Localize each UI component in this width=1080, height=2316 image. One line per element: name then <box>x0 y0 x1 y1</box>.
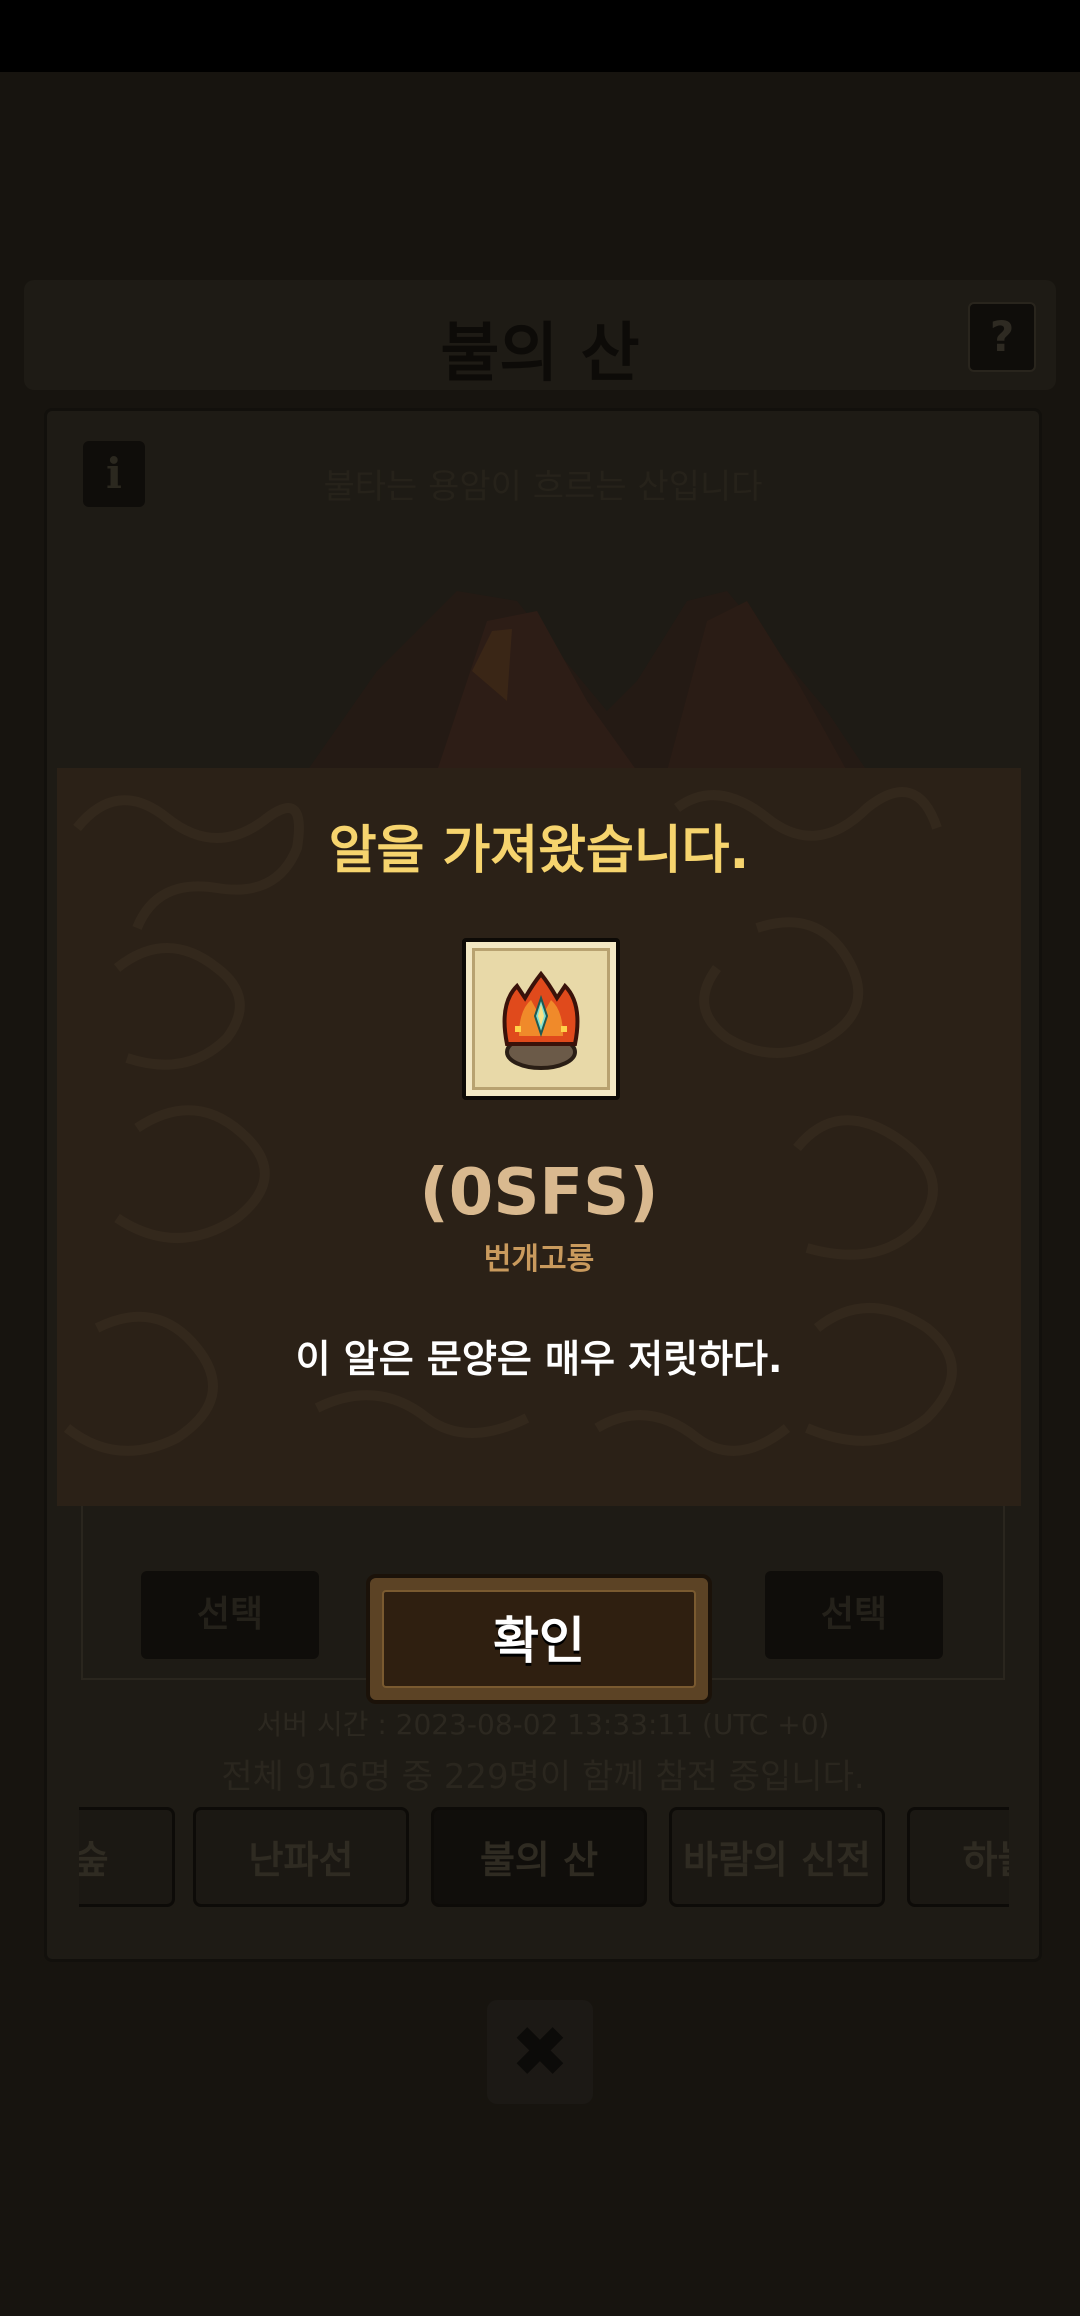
stage-description: 불타는 용암이 흐르는 산입니다 <box>323 467 763 507</box>
tab-sky[interactable]: 하늘의 <box>907 1807 1009 1907</box>
volcano-illustration <box>307 591 867 771</box>
egg-code: (0SFS) <box>419 1156 659 1230</box>
server-time: 서버 시간 : 2023-08-02 13:33:11 (UTC +0) <box>256 1708 830 1741</box>
title-bar: 불의 산 ? <box>24 280 1056 391</box>
close-button[interactable]: ✖ <box>487 2000 593 2104</box>
confirm-button[interactable]: 확인 <box>366 1574 712 1704</box>
participant-count: 전체 916명 중 229명이 함께 참전 중입니다. <box>221 1757 865 1797</box>
tab-wind-temple[interactable]: 바람의 신전 <box>669 1807 885 1907</box>
select-button-right[interactable]: 선택 <box>765 1571 943 1659</box>
confirm-button-label: 확인 <box>382 1590 696 1688</box>
page-title: 불의 산 <box>440 317 640 391</box>
dragon-egg-icon <box>502 970 580 1070</box>
tab-forest[interactable]: 의 숲 <box>79 1807 175 1907</box>
egg-name: 번개고룡 <box>483 1242 595 1277</box>
popup-title: 알을 가져왔습니다. <box>328 821 750 881</box>
egg-description: 이 알은 문양은 매우 저릿하다. <box>295 1337 783 1381</box>
tab-shipwreck[interactable]: 난파선 <box>193 1807 409 1907</box>
stage-tabs: 의 숲 난파선 불의 산 바람의 신전 하늘의 <box>79 1807 1009 1917</box>
egg-result-popup: 알을 가져왔습니다. (0SFS) 번개고룡 이 알은 문양은 매우 저릿하다. <box>57 768 1021 1506</box>
help-button[interactable]: ? <box>968 302 1036 372</box>
egg-image-frame <box>462 938 620 1100</box>
select-button-left[interactable]: 선택 <box>141 1571 319 1659</box>
tab-fire-mountain[interactable]: 불의 산 <box>431 1807 647 1907</box>
status-bar <box>0 0 1080 72</box>
